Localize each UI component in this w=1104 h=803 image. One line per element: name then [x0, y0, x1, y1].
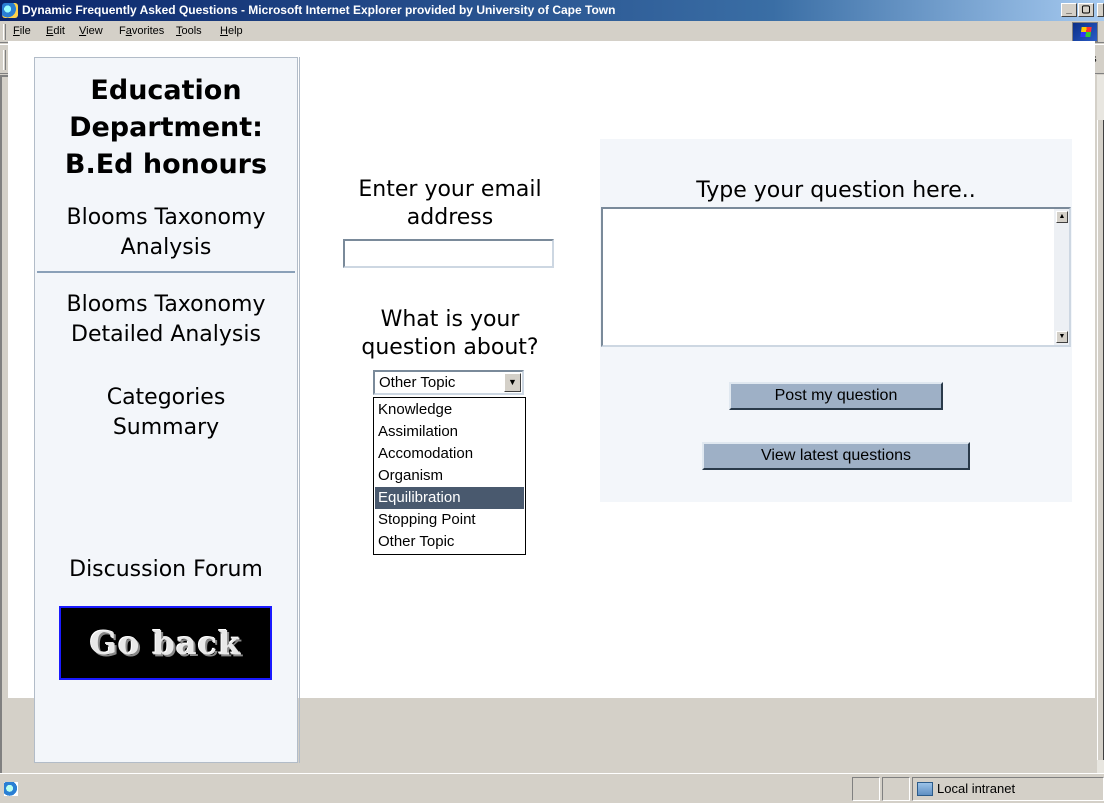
topic-label-line: What is your: [380, 307, 520, 332]
topic-option[interactable]: Knowledge: [375, 399, 524, 421]
email-label-line: address: [406, 205, 494, 230]
nav-link-label: Blooms Taxonomy: [66, 292, 266, 317]
nav-link-blooms-analysis[interactable]: Blooms Taxonomy Analysis: [35, 203, 297, 263]
topic-select[interactable]: Other Topic ▼: [373, 370, 524, 395]
site-title-line: Education: [90, 75, 242, 106]
menu-tools[interactable]: Tools: [176, 25, 202, 37]
status-cell: [882, 777, 910, 801]
security-zone-label: Local intranet: [937, 781, 1016, 796]
view-latest-questions-button[interactable]: View latest questions: [702, 442, 970, 470]
nav-link-label: Detailed Analysis: [71, 322, 261, 347]
topic-dropdown-list: Knowledge Assimilation Accomodation Orga…: [373, 397, 526, 555]
topic-option[interactable]: Stopping Point: [375, 509, 524, 531]
menu-file[interactable]: File: [13, 25, 31, 37]
intranet-zone-icon: [917, 782, 933, 796]
toolbar-grip: [3, 50, 6, 70]
email-label-line: Enter your email: [358, 177, 542, 202]
menu-view[interactable]: View: [79, 25, 103, 37]
textarea-scrollbar[interactable]: ▲ ▼: [1054, 209, 1069, 345]
question-textarea[interactable]: ▲ ▼: [601, 207, 1071, 347]
close-button[interactable]: [1097, 3, 1104, 17]
window-title: Dynamic Frequently Asked Questions - Mic…: [22, 3, 616, 17]
page-status-icon: [4, 782, 18, 796]
ie-logo-icon: [2, 3, 18, 18]
site-title-line: B.Ed honours: [64, 149, 268, 180]
topic-option[interactable]: Assimilation: [375, 421, 524, 443]
minimize-button[interactable]: _: [1061, 3, 1077, 17]
topic-label-line: question about?: [361, 335, 539, 360]
sidebar-divider: [37, 271, 295, 273]
sidebar: Education Department: B.Ed honours Bloom…: [34, 57, 298, 763]
status-cell: [852, 777, 880, 801]
nav-link-discussion-forum[interactable]: Discussion Forum: [35, 555, 297, 585]
menu-help[interactable]: Help: [220, 25, 243, 37]
maximize-button[interactable]: ▢: [1078, 3, 1094, 17]
menu-favorites[interactable]: Favorites: [119, 25, 164, 37]
security-zone: Local intranet: [912, 777, 1104, 801]
status-bar: Local intranet: [0, 773, 1104, 803]
email-field[interactable]: [343, 239, 554, 268]
email-label: Enter your email address: [330, 176, 570, 232]
question-label: Type your question here..: [696, 178, 976, 203]
site-title: Education Department: B.Ed honours: [35, 72, 297, 183]
topic-option[interactable]: Other Topic: [375, 531, 524, 553]
nav-link-blooms-detailed[interactable]: Blooms Taxonomy Detailed Analysis: [35, 290, 297, 350]
site-title-line: Department:: [69, 112, 263, 143]
nav-link-label: Blooms Taxonomy: [66, 205, 266, 230]
nav-link-label: Summary: [112, 415, 220, 440]
nav-link-label: Discussion Forum: [69, 557, 263, 582]
topic-option[interactable]: Organism: [375, 465, 524, 487]
topic-option[interactable]: Accomodation: [375, 443, 524, 465]
nav-link-label: Categories: [106, 385, 226, 410]
nav-link-categories-summary[interactable]: Categories Summary: [35, 383, 297, 443]
go-back-button[interactable]: Go back: [59, 606, 272, 680]
menu-bar: File Edit View Favorites Tools Help: [0, 21, 1104, 43]
scroll-down-icon[interactable]: ▼: [1056, 331, 1068, 343]
topic-option-highlighted[interactable]: Equilibration: [375, 487, 524, 509]
column-divider: [299, 57, 300, 763]
window-title-bar: Dynamic Frequently Asked Questions - Mic…: [0, 0, 1104, 21]
post-question-button[interactable]: Post my question: [729, 382, 943, 410]
page-scrollbar-thumb[interactable]: [1097, 120, 1104, 760]
windows-logo-icon: [1072, 22, 1098, 42]
menu-grip: [3, 24, 6, 40]
nav-link-label: Analysis: [120, 235, 212, 260]
topic-label: What is your question about?: [330, 306, 570, 362]
scroll-up-icon[interactable]: ▲: [1056, 211, 1068, 223]
menu-edit[interactable]: Edit: [46, 25, 65, 37]
dropdown-arrow-icon[interactable]: ▼: [504, 373, 521, 392]
topic-select-value: Other Topic: [379, 374, 456, 391]
